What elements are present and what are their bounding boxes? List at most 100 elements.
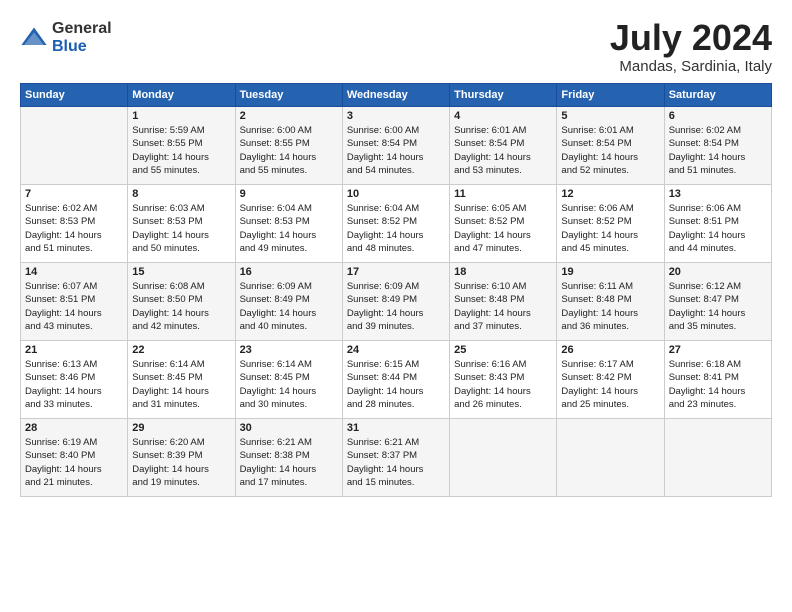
header-saturday: Saturday (664, 84, 771, 107)
day-number: 19 (561, 266, 659, 278)
day-number: 7 (25, 188, 123, 200)
day-number: 28 (25, 422, 123, 434)
table-row: 6 Sunrise: 6:02 AMSunset: 8:54 PMDaylight… (664, 107, 771, 185)
day-number: 18 (454, 266, 552, 278)
day-number: 20 (669, 266, 767, 278)
day-info: Sunrise: 6:01 AMSunset: 8:54 PMDaylight:… (561, 124, 659, 177)
day-number: 31 (347, 422, 445, 434)
table-row: 30 Sunrise: 6:21 AMSunset: 8:38 PMDayligh… (235, 419, 342, 497)
table-row: 19 Sunrise: 6:11 AMSunset: 8:48 PMDayligh… (557, 263, 664, 341)
day-number: 5 (561, 110, 659, 122)
day-number: 2 (240, 110, 338, 122)
table-row: 15 Sunrise: 6:08 AMSunset: 8:50 PMDayligh… (128, 263, 235, 341)
day-info: Sunrise: 6:13 AMSunset: 8:46 PMDaylight:… (25, 358, 123, 411)
calendar-table: SundayMondayTuesdayWednesdayThursdayFrid… (20, 83, 772, 497)
day-info: Sunrise: 6:07 AMSunset: 8:51 PMDaylight:… (25, 280, 123, 333)
day-number: 30 (240, 422, 338, 434)
table-row: 16Sunrise: 6:09 AMSunset: 8:49 PMDayligh… (235, 263, 342, 341)
table-row: 14Sunrise: 6:07 AMSunset: 8:51 PMDayligh… (21, 263, 128, 341)
header-monday: Monday (128, 84, 235, 107)
table-row: 22Sunrise: 6:14 AMSunset: 8:45 PMDayligh… (128, 341, 235, 419)
day-number: 4 (454, 110, 552, 122)
week-row-1: 7 Sunrise: 6:02 AMSunset: 8:53 PMDaylight… (21, 185, 772, 263)
table-row: 23Sunrise: 6:14 AMSunset: 8:45 PMDayligh… (235, 341, 342, 419)
table-row: 27 Sunrise: 6:18 AMSunset: 8:41 PMDayligh… (664, 341, 771, 419)
table-row: 28 Sunrise: 6:19 AMSunset: 8:40 PMDayligh… (21, 419, 128, 497)
day-info: Sunrise: 6:04 AMSunset: 8:52 PMDaylight:… (347, 202, 445, 255)
table-row: 31 Sunrise: 6:21 AMSunset: 8:37 PMDayligh… (342, 419, 449, 497)
day-info: Sunrise: 6:02 AMSunset: 8:54 PMDaylight:… (669, 124, 767, 177)
table-row: 18 Sunrise: 6:10 AMSunset: 8:48 PMDayligh… (450, 263, 557, 341)
table-row: 21 Sunrise: 6:13 AMSunset: 8:46 PMDayligh… (21, 341, 128, 419)
day-info: Sunrise: 6:14 AMSunset: 8:45 PMDaylight:… (240, 358, 338, 411)
week-row-4: 28 Sunrise: 6:19 AMSunset: 8:40 PMDayligh… (21, 419, 772, 497)
day-number: 15 (132, 266, 230, 278)
day-number: 24 (347, 344, 445, 356)
day-info: Sunrise: 6:05 AMSunset: 8:52 PMDaylight:… (454, 202, 552, 255)
header-row: General Blue July 2024 Mandas, Sardinia,… (20, 20, 772, 75)
day-number: 13 (669, 188, 767, 200)
day-info: Sunrise: 6:18 AMSunset: 8:41 PMDaylight:… (669, 358, 767, 411)
day-info: Sunrise: 6:10 AMSunset: 8:48 PMDaylight:… (454, 280, 552, 333)
day-info: Sunrise: 5:59 AMSunset: 8:55 PMDaylight:… (132, 124, 230, 177)
day-info: Sunrise: 6:08 AMSunset: 8:50 PMDaylight:… (132, 280, 230, 333)
table-row: 10 Sunrise: 6:04 AMSunset: 8:52 PMDayligh… (342, 185, 449, 263)
table-row (21, 107, 128, 185)
table-row: 1 Sunrise: 5:59 AMSunset: 8:55 PMDaylight… (128, 107, 235, 185)
table-row: 8 Sunrise: 6:03 AMSunset: 8:53 PMDaylight… (128, 185, 235, 263)
day-number: 29 (132, 422, 230, 434)
day-info: Sunrise: 6:11 AMSunset: 8:48 PMDaylight:… (561, 280, 659, 333)
day-number: 11 (454, 188, 552, 200)
day-info: Sunrise: 6:09 AMSunset: 8:49 PMDaylight:… (347, 280, 445, 333)
day-info: Sunrise: 6:16 AMSunset: 8:43 PMDaylight:… (454, 358, 552, 411)
logo-text: General Blue (52, 20, 112, 55)
day-number: 8 (132, 188, 230, 200)
location: Mandas, Sardinia, Italy (610, 58, 772, 75)
day-number: 26 (561, 344, 659, 356)
table-row: 29 Sunrise: 6:20 AMSunset: 8:39 PMDayligh… (128, 419, 235, 497)
day-number: 12 (561, 188, 659, 200)
table-row: 7 Sunrise: 6:02 AMSunset: 8:53 PMDaylight… (21, 185, 128, 263)
day-number: 27 (669, 344, 767, 356)
week-row-0: 1 Sunrise: 5:59 AMSunset: 8:55 PMDaylight… (21, 107, 772, 185)
table-row: 12 Sunrise: 6:06 AMSunset: 8:52 PMDayligh… (557, 185, 664, 263)
week-row-2: 14Sunrise: 6:07 AMSunset: 8:51 PMDayligh… (21, 263, 772, 341)
day-info: Sunrise: 6:06 AMSunset: 8:51 PMDaylight:… (669, 202, 767, 255)
day-info: Sunrise: 6:03 AMSunset: 8:53 PMDaylight:… (132, 202, 230, 255)
day-info: Sunrise: 6:20 AMSunset: 8:39 PMDaylight:… (132, 436, 230, 489)
day-number: 6 (669, 110, 767, 122)
logo-blue-text: Blue (52, 38, 112, 56)
day-info: Sunrise: 6:17 AMSunset: 8:42 PMDaylight:… (561, 358, 659, 411)
day-info: Sunrise: 6:19 AMSunset: 8:40 PMDaylight:… (25, 436, 123, 489)
table-row: 5 Sunrise: 6:01 AMSunset: 8:54 PMDaylight… (557, 107, 664, 185)
day-number: 10 (347, 188, 445, 200)
table-row: 24Sunrise: 6:15 AMSunset: 8:44 PMDayligh… (342, 341, 449, 419)
day-number: 21 (25, 344, 123, 356)
table-row (664, 419, 771, 497)
page-container: General Blue July 2024 Mandas, Sardinia,… (0, 0, 792, 507)
table-row: 26 Sunrise: 6:17 AMSunset: 8:42 PMDayligh… (557, 341, 664, 419)
day-number: 1 (132, 110, 230, 122)
logo: General Blue (20, 20, 112, 55)
day-info: Sunrise: 6:21 AMSunset: 8:38 PMDaylight:… (240, 436, 338, 489)
day-info: Sunrise: 6:09 AMSunset: 8:49 PMDaylight:… (240, 280, 338, 333)
day-info: Sunrise: 6:02 AMSunset: 8:53 PMDaylight:… (25, 202, 123, 255)
day-number: 3 (347, 110, 445, 122)
day-info: Sunrise: 6:21 AMSunset: 8:37 PMDaylight:… (347, 436, 445, 489)
day-number: 25 (454, 344, 552, 356)
table-row: 9Sunrise: 6:04 AMSunset: 8:53 PMDaylight… (235, 185, 342, 263)
day-info: Sunrise: 6:00 AMSunset: 8:55 PMDaylight:… (240, 124, 338, 177)
header-friday: Friday (557, 84, 664, 107)
day-info: Sunrise: 6:06 AMSunset: 8:52 PMDaylight:… (561, 202, 659, 255)
header-row-days: SundayMondayTuesdayWednesdayThursdayFrid… (21, 84, 772, 107)
day-info: Sunrise: 6:04 AMSunset: 8:53 PMDaylight:… (240, 202, 338, 255)
header-tuesday: Tuesday (235, 84, 342, 107)
header-thursday: Thursday (450, 84, 557, 107)
table-row: 4 Sunrise: 6:01 AMSunset: 8:54 PMDaylight… (450, 107, 557, 185)
header-sunday: Sunday (21, 84, 128, 107)
table-row (557, 419, 664, 497)
table-row (450, 419, 557, 497)
day-info: Sunrise: 6:01 AMSunset: 8:54 PMDaylight:… (454, 124, 552, 177)
day-number: 22 (132, 344, 230, 356)
table-row: 17Sunrise: 6:09 AMSunset: 8:49 PMDayligh… (342, 263, 449, 341)
